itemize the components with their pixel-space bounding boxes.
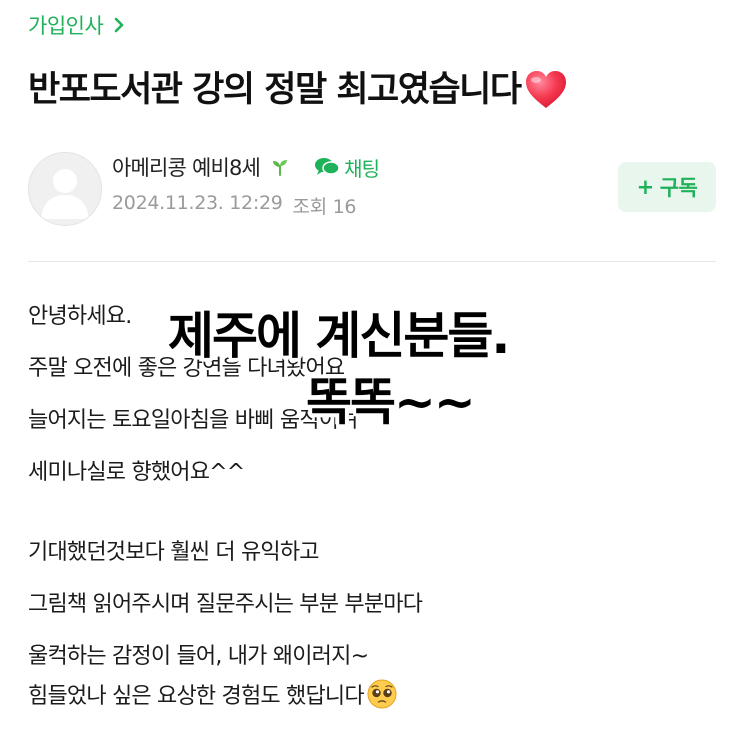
- content-line-text: 힘들었나 싶은 요상한 경험도 했답니다: [28, 684, 365, 709]
- content-line: 울컥하는 감정이 들어, 내가 왜이러지~: [28, 644, 369, 669]
- post-meta: 2024.11.23. 12:29 조회 16: [112, 192, 357, 219]
- sprout-icon: [273, 160, 288, 176]
- post-title-text: 반포도서관 강의 정말 최고였습니다: [28, 70, 522, 110]
- post-views: 조회 16: [292, 196, 357, 218]
- subscribe-label[interactable]: 구독: [660, 172, 698, 202]
- chat-button[interactable]: 채팅: [314, 153, 380, 182]
- content-line: 기대했던것보다 훨씬 더 유익하고: [28, 540, 320, 565]
- breadcrumb-label[interactable]: 가입인사: [28, 10, 104, 40]
- content-line: 안녕하세요.: [28, 304, 132, 329]
- subscribe-button[interactable]: + 구독: [618, 162, 716, 212]
- content-line: 그림책 읽어주시며 질문주시는 부분 부분마다: [28, 592, 423, 617]
- content-line-last: 힘들었나 싶은 요상한 경험도 했답니다: [28, 678, 398, 710]
- breadcrumb[interactable]: 가입인사: [28, 10, 127, 40]
- divider: [28, 261, 716, 262]
- chat-bubble-icon: [315, 158, 340, 175]
- plus-icon: +: [636, 175, 655, 199]
- default-avatar-icon: [41, 169, 89, 219]
- chat-label[interactable]: 채팅: [344, 153, 380, 182]
- author-name[interactable]: 아메리콩 예비8세: [112, 152, 261, 182]
- content-line: 늘어지는 토요일아침을 바삐 움직이며: [28, 408, 358, 433]
- chevron-right-icon: [114, 17, 124, 33]
- post-title: 반포도서관 강의 정말 최고였습니다: [28, 64, 718, 116]
- content-line: 주말 오전에 좋은 강연을 다녀왔어요: [28, 356, 345, 381]
- author-row: 아메리콩 예비8세 채팅: [112, 152, 380, 182]
- content-line: 세미나실로 향했어요^^: [28, 460, 245, 485]
- author-avatar[interactable]: [28, 152, 102, 226]
- heart-emoji-icon: [525, 71, 566, 108]
- post-date: 2024.11.23. 12:29: [112, 192, 283, 214]
- pleading-face-emoji-icon: [367, 679, 397, 709]
